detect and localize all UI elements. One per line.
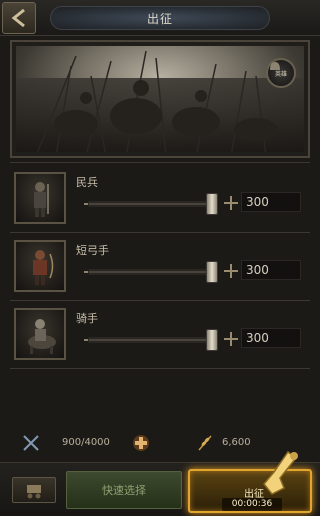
troop-count-input[interactable]: 300 <box>241 260 301 280</box>
troop-row-rider: 骑手 300 <box>10 304 310 364</box>
food-amount: 6,600 <box>222 437 251 448</box>
plus-icon[interactable] <box>224 332 238 346</box>
divider <box>10 232 310 233</box>
troop-name: 短弓手 <box>76 244 109 257</box>
battle-banner: 英雄 <box>10 40 310 158</box>
slider-track[interactable] <box>88 269 218 275</box>
slider-thumb[interactable] <box>206 329 218 351</box>
portrait-rider <box>14 308 66 360</box>
back-arrow-icon <box>11 8 25 28</box>
cart-button[interactable] <box>12 477 56 503</box>
medical-cross-icon[interactable] <box>132 434 150 452</box>
slider-thumb[interactable] <box>206 193 218 215</box>
portrait-militia <box>14 172 66 224</box>
plus-icon[interactable] <box>224 196 238 210</box>
battle-illustration: 英雄 <box>16 46 304 152</box>
spears-illustration <box>36 50 278 152</box>
tutorial-hand-icon <box>263 450 298 495</box>
slider-thumb[interactable] <box>206 261 218 283</box>
quick-select-label: 快速选择 <box>102 484 146 497</box>
troop-count-input[interactable]: 300 <box>241 192 301 212</box>
title-plate: 出征 <box>50 6 270 30</box>
hero-badge[interactable]: 英雄 <box>266 58 296 88</box>
slider-track[interactable] <box>88 337 218 343</box>
page-title: 出征 <box>146 11 173 26</box>
march-timer: 00:00:36 <box>222 498 282 511</box>
helmet-icon <box>270 62 280 70</box>
quick-select-button[interactable]: 快速选择 <box>66 471 182 509</box>
divider <box>10 162 310 163</box>
wheat-icon <box>198 435 212 451</box>
crossed-swords-icon <box>23 435 39 451</box>
header-bar: 出征 <box>0 0 320 36</box>
archer-icon <box>33 250 54 285</box>
plus-icon[interactable] <box>224 264 238 278</box>
troop-count-input[interactable]: 300 <box>241 328 301 348</box>
troop-row-militia: 民兵 300 <box>10 168 310 228</box>
slider-track[interactable] <box>88 201 218 207</box>
back-button[interactable] <box>2 2 36 34</box>
divider <box>10 368 310 369</box>
rider-icon <box>28 319 56 354</box>
troop-name: 骑手 <box>76 312 98 325</box>
divider <box>10 300 310 301</box>
militia-icon <box>34 182 49 217</box>
cart-icon <box>27 485 41 499</box>
troop-row-archer: 短弓手 300 <box>10 236 310 296</box>
troop-capacity: 900/4000 <box>62 437 110 448</box>
portrait-archer <box>14 240 66 292</box>
troop-name: 民兵 <box>76 176 98 189</box>
